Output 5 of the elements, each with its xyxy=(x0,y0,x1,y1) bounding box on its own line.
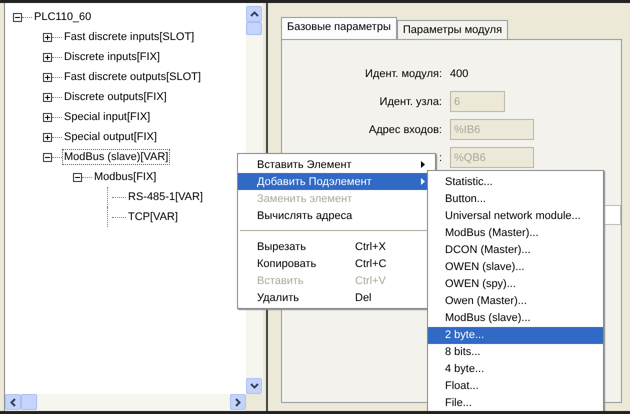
field-label: Идент. узла: xyxy=(378,96,442,108)
field-label: : xyxy=(438,152,442,164)
module-id-value: 400 xyxy=(450,67,470,82)
field-label: Адрес входов: xyxy=(368,124,442,136)
field-label: Идент. модуля: xyxy=(364,68,442,80)
